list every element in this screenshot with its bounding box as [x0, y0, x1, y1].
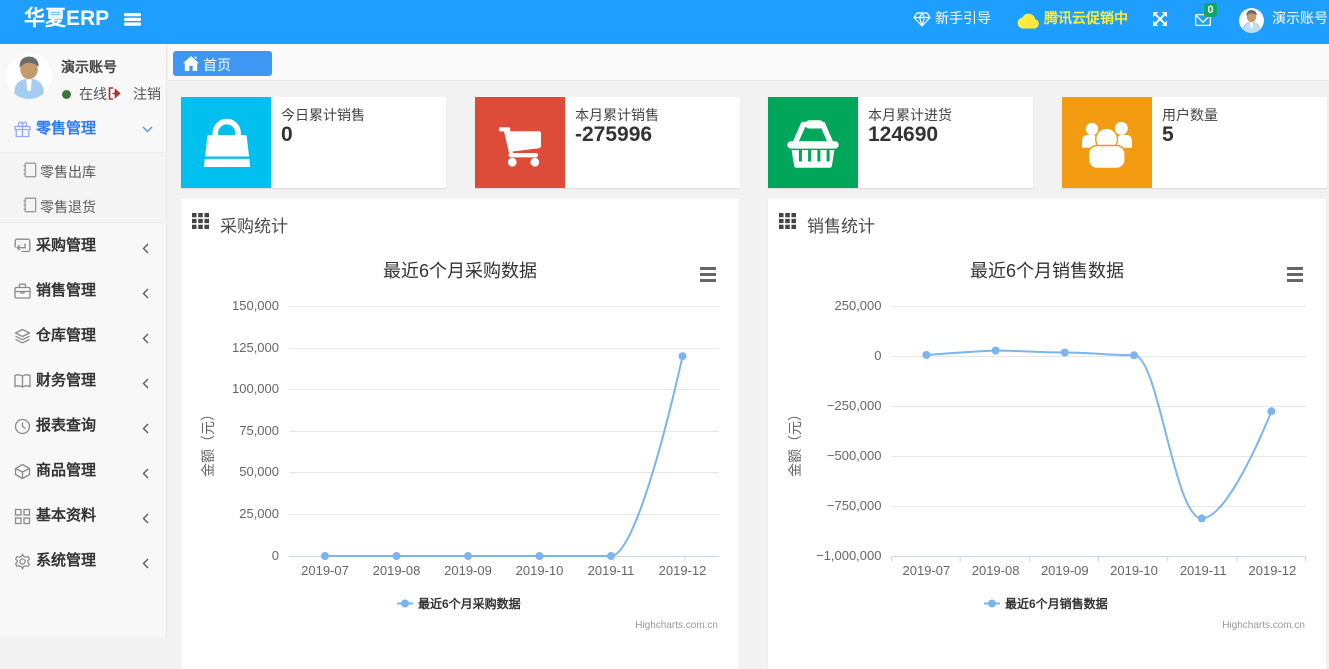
- svg-text:25,000: 25,000: [239, 506, 279, 521]
- svg-text:最近6个月采购数据: 最近6个月采购数据: [418, 596, 521, 611]
- svg-text:75,000: 75,000: [239, 423, 279, 438]
- svg-text:金额（元）: 金额（元）: [200, 407, 216, 477]
- svg-text:0: 0: [874, 348, 881, 363]
- svg-text:2019-09: 2019-09: [444, 563, 492, 578]
- svg-text:金额（元）: 金额（元）: [787, 407, 803, 477]
- svg-text:Highcharts.com.cn: Highcharts.com.cn: [635, 620, 718, 631]
- svg-text:−750,000: −750,000: [827, 498, 882, 513]
- svg-text:125,000: 125,000: [232, 340, 279, 355]
- svg-text:0: 0: [272, 548, 279, 563]
- svg-text:2019-12: 2019-12: [659, 563, 707, 578]
- svg-text:2019-12: 2019-12: [1249, 563, 1297, 578]
- svg-text:2019-08: 2019-08: [373, 563, 421, 578]
- svg-text:−500,000: −500,000: [827, 448, 882, 463]
- svg-text:2019-11: 2019-11: [588, 563, 635, 578]
- svg-text:150,000: 150,000: [232, 298, 279, 313]
- svg-text:Highcharts.com.cn: Highcharts.com.cn: [1222, 620, 1305, 631]
- svg-text:2019-09: 2019-09: [1041, 563, 1089, 578]
- svg-text:最近6个月销售数据: 最近6个月销售数据: [1005, 596, 1108, 611]
- svg-text:2019-11: 2019-11: [1180, 563, 1227, 578]
- svg-text:2019-08: 2019-08: [972, 563, 1020, 578]
- svg-text:2019-07: 2019-07: [301, 563, 349, 578]
- svg-text:−1,000,000: −1,000,000: [816, 548, 881, 563]
- svg-text:250,000: 250,000: [835, 298, 882, 313]
- svg-text:2019-10: 2019-10: [516, 563, 564, 578]
- svg-text:−250,000: −250,000: [827, 398, 882, 413]
- svg-text:2019-07: 2019-07: [903, 563, 951, 578]
- svg-text:最近6个月采购数据: 最近6个月采购数据: [383, 261, 537, 281]
- svg-text:2019-10: 2019-10: [1110, 563, 1158, 578]
- svg-text:最近6个月销售数据: 最近6个月销售数据: [970, 261, 1124, 281]
- svg-text:100,000: 100,000: [232, 381, 279, 396]
- svg-text:50,000: 50,000: [239, 464, 279, 479]
